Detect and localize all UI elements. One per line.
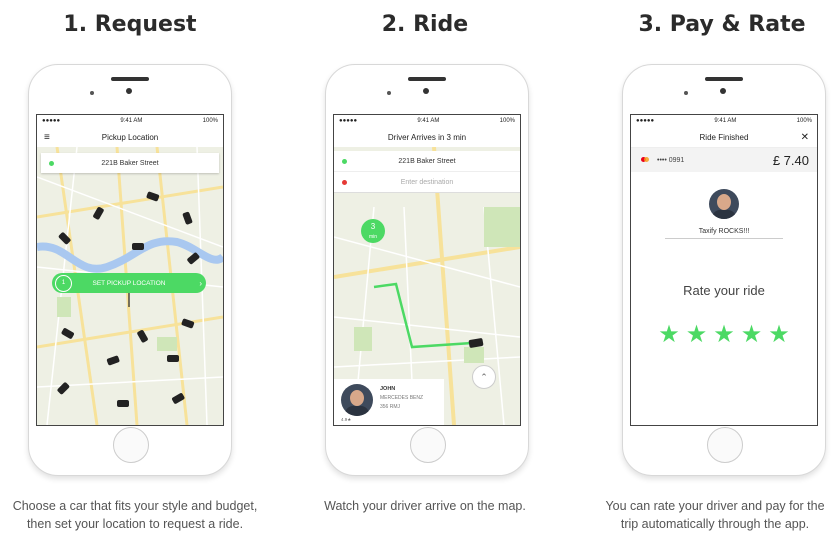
phone-request: ●●●●● 9:41 AM 100% ≡ Pickup Location 221… [28,64,232,476]
star-icon[interactable]: ★ [713,321,735,348]
phone-ride: ●●●●● 9:41 AM 100% Driver Arrives in 3 m… [325,64,529,476]
pickup-dot-icon [49,160,54,166]
sensor [684,91,688,95]
comment-text[interactable]: Taxify ROCKS!!! [665,228,783,239]
driver-name: JOHN [380,386,396,392]
status-time: 9:41 AM [417,118,440,124]
status-time: 9:41 AM [120,118,143,124]
speaker [705,77,743,81]
step-title-request: 1. Request [63,12,197,37]
pickup-address-field[interactable]: 221B Baker Street [41,153,219,173]
speaker [111,77,149,81]
menu-icon[interactable]: ≡ [44,132,50,143]
chevron-up-icon[interactable]: ⌃ [472,365,496,389]
close-icon[interactable]: ✕ [801,132,809,143]
step-title-ride: 2. Ride [381,12,469,37]
star-rating[interactable]: ★ ★ ★ ★ ★ [631,320,817,349]
chevron-right-icon: › [199,278,202,288]
camera [423,88,429,94]
eta-number: 3 [370,222,376,231]
driver-avatar [709,189,739,219]
set-pickup-label: SET PICKUP LOCATION [92,279,166,287]
camera [126,88,132,94]
status-bar: ●●●●● 9:41 AM 100% [334,115,520,127]
driver-card[interactable]: 4.9★ JOHN MERCEDES BENZ 356 RMJ [334,379,444,425]
star-icon[interactable]: ★ [658,321,680,348]
status-time: 9:41 AM [714,118,737,124]
caption-ride: Watch your driver arrive on the map. [324,499,526,513]
home-button[interactable] [707,427,743,463]
screen-ride: ●●●●● 9:41 AM 100% Driver Arrives in 3 m… [333,114,521,426]
eta-unit: min [368,234,378,240]
battery: 100% [202,118,218,124]
caption-pay-rate: You can rate your driver and pay for the… [605,499,825,531]
nav-title: Ride Finished [699,132,749,142]
set-pickup-button[interactable]: 1 SET PICKUP LOCATION › [52,273,206,293]
pickup-address-field[interactable]: 221B Baker Street [334,151,520,172]
pickup-eta-value: 1 [61,280,66,286]
driver-rating: 4.9★ [341,417,352,422]
destination-input[interactable]: Enter destination [334,172,520,193]
status-bar: ●●●●● 9:41 AM 100% [631,115,817,127]
step-title-pay-rate: 3. Pay & Rate [638,12,806,37]
carrier-signal: ●●●●● [339,118,358,124]
screen-pay-rate: ●●●●● 9:41 AM 100% Ride Finished ✕ •••• … [630,114,818,426]
status-bar: ●●●●● 9:41 AM 100% [37,115,223,127]
nav-title: Driver Arrives in 3 min [387,132,467,142]
payment-row: •••• 0991 £ 7.40 [631,148,817,172]
nav-bar: Driver Arrives in 3 min [334,127,520,148]
home-button[interactable] [410,427,446,463]
screen-request: ●●●●● 9:41 AM 100% ≡ Pickup Location 221… [36,114,224,426]
rate-heading: Rate your ride [683,283,765,298]
pickup-dot-icon [342,158,347,164]
battery: 100% [796,118,812,124]
star-icon[interactable]: ★ [741,321,763,348]
nav-bar: Ride Finished ✕ [631,127,817,148]
camera [720,88,726,94]
destination-dot-icon [342,179,347,185]
eta-badge: 3 min [361,219,385,243]
pickup-address: 221B Baker Street [101,159,159,167]
car-model: MERCEDES BENZ [380,395,424,401]
caption-request: Choose a car that fits your style and bu… [12,499,258,531]
pickup-eta-badge: 1 [55,274,72,292]
speaker [408,77,446,81]
carrier-signal: ●●●●● [42,118,61,124]
driver-avatar [341,384,373,416]
phone-pay-rate: ●●●●● 9:41 AM 100% Ride Finished ✕ •••• … [622,64,826,476]
card-number: •••• 0991 [657,156,685,164]
license-plate: 356 RMJ [380,404,401,410]
battery: 100% [499,118,515,124]
nav-bar: ≡ Pickup Location [37,127,223,148]
pickup-address: 221B Baker Street [398,157,456,165]
sensor [90,91,94,95]
ride-amount: £ 7.40 [772,152,809,168]
sensor [387,91,391,95]
destination-placeholder: Enter destination [400,178,454,186]
star-icon[interactable]: ★ [768,321,790,348]
home-button[interactable] [113,427,149,463]
nav-title: Pickup Location [101,132,159,142]
carrier-signal: ●●●●● [636,118,655,124]
star-icon[interactable]: ★ [686,321,708,348]
